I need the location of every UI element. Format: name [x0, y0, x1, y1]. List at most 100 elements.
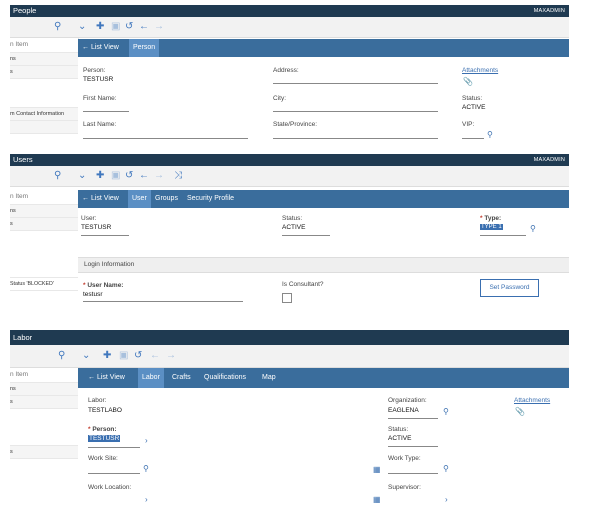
- undo-icon[interactable]: ↺: [134, 349, 142, 363]
- chevron-right-icon[interactable]: ›: [445, 496, 448, 504]
- work-site-field[interactable]: [88, 473, 140, 474]
- status-field[interactable]: [282, 235, 330, 236]
- save-icon[interactable]: ▣: [111, 169, 120, 183]
- shuffle-icon[interactable]: ⤨: [174, 169, 182, 183]
- tab-security-profile[interactable]: Security Profile: [183, 190, 238, 208]
- labor-value: TESTLABO: [88, 407, 122, 414]
- vip-field[interactable]: [462, 138, 484, 139]
- add-icon[interactable]: ✚: [96, 169, 104, 183]
- search-icon[interactable]: ⚲: [54, 20, 61, 34]
- login-info-section[interactable]: Login Information: [78, 257, 569, 273]
- side-item[interactable]: ns: [10, 205, 78, 218]
- side-item[interactable]: Status 'BLOCKED': [10, 278, 78, 291]
- back-arrow-icon[interactable]: ←: [139, 169, 149, 183]
- tab-labor[interactable]: Labor: [138, 368, 164, 388]
- tab-list-view[interactable]: ← List View: [78, 39, 123, 57]
- type-value[interactable]: TYPE 1: [480, 224, 503, 230]
- consultant-checkbox[interactable]: [282, 293, 292, 303]
- work-site-label: Work Site:: [88, 455, 118, 462]
- side-item[interactable]: m Contact Information: [10, 108, 78, 121]
- calendar-icon[interactable]: ▦: [373, 466, 381, 474]
- status-label: Status:: [282, 215, 303, 222]
- side-item[interactable]: ns: [10, 383, 78, 396]
- city-field[interactable]: [273, 111, 438, 112]
- organization-field[interactable]: [388, 418, 438, 419]
- type-label: * Type:: [480, 215, 502, 222]
- work-type-field[interactable]: [388, 473, 438, 474]
- set-password-button[interactable]: Set Password: [480, 279, 539, 297]
- side-item[interactable]: s: [10, 396, 78, 409]
- tab-crafts[interactable]: Crafts: [168, 368, 195, 388]
- people-form: Person: TESTUSR First Name: Last Name: A…: [78, 57, 569, 143]
- user-name: MAXADMIN: [533, 157, 565, 163]
- tab-user[interactable]: User: [128, 190, 151, 208]
- address-field[interactable]: [273, 83, 438, 84]
- search-icon[interactable]: ⚲: [487, 131, 493, 139]
- back-arrow-icon[interactable]: ←: [139, 20, 149, 34]
- last-name-field[interactable]: [83, 138, 248, 139]
- status-field[interactable]: [388, 446, 438, 447]
- tab-map[interactable]: Map: [258, 368, 280, 388]
- forward-arrow-icon[interactable]: →: [154, 20, 164, 34]
- calendar-icon[interactable]: ▦: [373, 496, 381, 504]
- user-field[interactable]: [81, 235, 129, 236]
- status-label: Status:: [388, 426, 409, 433]
- attachments-link[interactable]: Attachments: [514, 397, 550, 404]
- search-icon[interactable]: ⚲: [54, 169, 61, 183]
- app-title: Labor: [13, 333, 33, 342]
- search-icon[interactable]: ⚲: [443, 408, 449, 416]
- search-icon[interactable]: ⚲: [143, 465, 149, 473]
- undo-icon[interactable]: ↺: [125, 169, 133, 183]
- side-item[interactable]: [10, 231, 78, 278]
- paperclip-icon[interactable]: 📎: [463, 78, 473, 86]
- search-icon[interactable]: ⚲: [530, 225, 536, 233]
- username-label: * User Name:: [83, 282, 124, 289]
- first-name-field[interactable]: [83, 111, 129, 112]
- side-nav: n Item ns s Status 'BLOCKED': [10, 190, 79, 304]
- search-icon[interactable]: ⚲: [443, 465, 449, 473]
- state-field[interactable]: [273, 138, 438, 139]
- side-item[interactable]: [10, 409, 78, 446]
- forward-arrow-icon[interactable]: →: [154, 169, 164, 183]
- paperclip-icon[interactable]: 📎: [515, 408, 525, 416]
- chevron-right-icon[interactable]: ›: [145, 437, 148, 445]
- back-arrow-icon[interactable]: ←: [150, 349, 160, 363]
- chevron-down-icon[interactable]: ⌄: [82, 349, 90, 363]
- side-item[interactable]: ns: [10, 53, 78, 66]
- save-icon[interactable]: ▣: [111, 20, 120, 34]
- tab-list-view[interactable]: ← List View: [84, 368, 129, 388]
- person-label: * Person:: [88, 426, 117, 433]
- side-item[interactable]: s: [10, 446, 78, 459]
- tab-bar: ← List View User Groups Security Profile: [78, 190, 569, 208]
- chevron-down-icon[interactable]: ⌄: [78, 169, 86, 183]
- chevron-right-icon[interactable]: ›: [145, 496, 148, 504]
- tab-person[interactable]: Person: [129, 39, 160, 57]
- city-label: City:: [273, 95, 286, 102]
- side-item[interactable]: s: [10, 218, 78, 231]
- back-arrow-icon: ←: [82, 44, 91, 51]
- attachments-link[interactable]: Attachments: [462, 67, 498, 74]
- back-arrow-icon: ←: [88, 374, 97, 381]
- search-icon[interactable]: ⚲: [58, 349, 65, 363]
- person-field[interactable]: [88, 447, 140, 448]
- toolbar: ⚲ ⌄ ✚ ▣ ↺ ← → ⤨: [10, 166, 569, 187]
- toolbar: ⚲ ⌄ ✚ ▣ ↺ ← →: [10, 345, 569, 368]
- forward-arrow-icon[interactable]: →: [166, 349, 176, 363]
- last-name-label: Last Name:: [83, 121, 117, 128]
- side-item[interactable]: [10, 121, 78, 134]
- username-field[interactable]: [83, 301, 243, 302]
- add-icon[interactable]: ✚: [103, 349, 111, 363]
- tab-groups[interactable]: Groups: [151, 190, 182, 208]
- side-item[interactable]: [10, 79, 78, 108]
- type-field[interactable]: [480, 235, 526, 236]
- add-icon[interactable]: ✚: [96, 20, 104, 34]
- app-title: Users: [13, 155, 33, 164]
- save-icon[interactable]: ▣: [119, 349, 128, 363]
- undo-icon[interactable]: ↺: [125, 20, 133, 34]
- toolbar: ⚲ ⌄ ✚ ▣ ↺ ← →: [10, 17, 569, 38]
- chevron-down-icon[interactable]: ⌄: [78, 20, 86, 34]
- tab-qualifications[interactable]: Qualifications: [200, 368, 250, 388]
- side-item[interactable]: s: [10, 66, 78, 79]
- tab-list-view[interactable]: ← List View: [78, 190, 123, 208]
- person-value[interactable]: TESTUSR: [88, 435, 121, 442]
